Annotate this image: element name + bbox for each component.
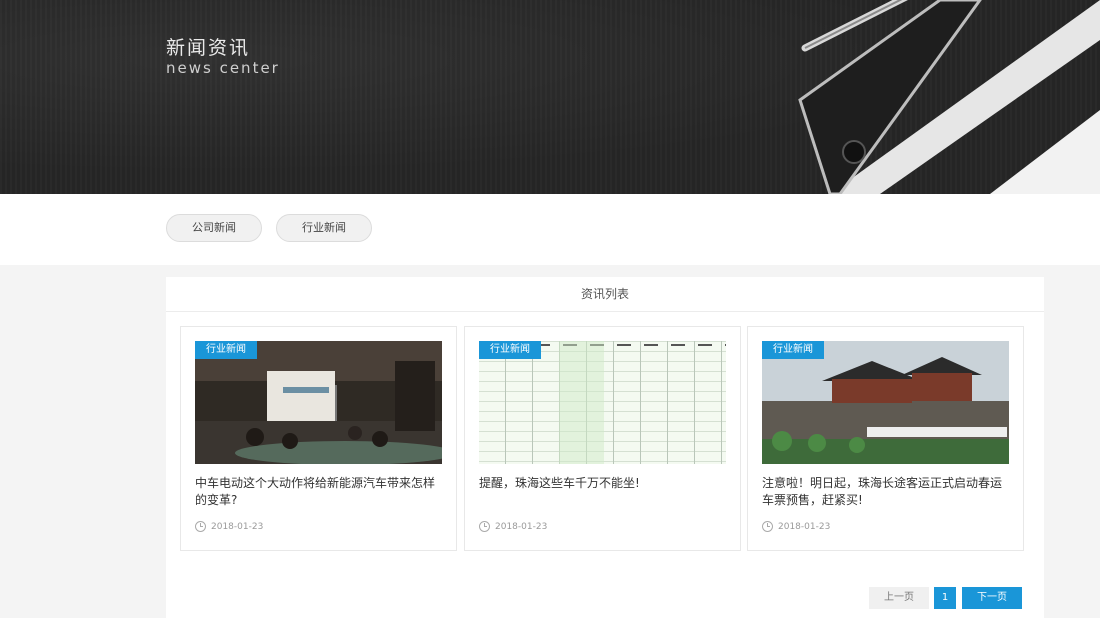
news-title[interactable]: 中车电动这个大动作将给新能源汽车带来怎样的变革? — [195, 475, 445, 509]
news-title[interactable]: 提醒，珠海这些车千万不能坐! — [479, 475, 729, 492]
news-date: 2018-01-23 — [479, 521, 547, 532]
page-title: 新闻资讯 — [166, 37, 251, 59]
page-number-button[interactable]: 1 — [934, 587, 956, 609]
meeting-room-photo — [195, 341, 442, 464]
category-tabs: 公司新闻 行业新闻 — [0, 194, 1100, 265]
hero-banner: 新闻资讯 news center — [0, 0, 1100, 194]
news-card[interactable]: 行业新闻 中车电动这个大动作将给新能源汽车带来怎样的变革? 2018-01-23 — [180, 326, 457, 551]
category-badge: 行业新闻 — [195, 341, 257, 359]
news-card[interactable]: 行业新闻 提醒，珠海这些车千万不能坐! 2018-01-23 — [464, 326, 741, 551]
news-date-text: 2018-01-23 — [495, 521, 548, 532]
news-thumbnail[interactable]: 行业新闻 — [195, 341, 442, 464]
clock-icon — [479, 521, 490, 532]
tab-industry-news[interactable]: 行业新闻 — [276, 214, 372, 242]
news-title[interactable]: 注意啦！明日起，珠海长途客运正式启动春运车票预售，赶紧买! — [762, 475, 1012, 509]
clock-icon — [762, 521, 773, 532]
news-date: 2018-01-23 — [195, 521, 263, 532]
news-card[interactable]: 行业新闻 注意啦！明日起，珠海长途客运正式启动春运车票预售，赶紧买! 2018-… — [747, 326, 1024, 551]
news-date-text: 2018-01-23 — [778, 521, 831, 532]
news-date-text: 2018-01-23 — [211, 521, 264, 532]
category-badge: 行业新闻 — [479, 341, 541, 359]
page-subtitle: news center — [166, 59, 280, 77]
news-date: 2018-01-23 — [762, 521, 830, 532]
vehicle-list-spreadsheet — [479, 341, 726, 464]
city-gate-with-buses-photo — [762, 341, 1009, 464]
tab-company-news[interactable]: 公司新闻 — [166, 214, 262, 242]
phone-and-pen-image — [798, 0, 1100, 194]
clock-icon — [195, 521, 206, 532]
news-thumbnail[interactable]: 行业新闻 — [762, 341, 1009, 464]
panel-heading: 资讯列表 — [166, 277, 1044, 312]
category-badge: 行业新闻 — [762, 341, 824, 359]
prev-page-button[interactable]: 上一页 — [869, 587, 929, 609]
next-page-button[interactable]: 下一页 — [962, 587, 1022, 609]
news-list-panel: 资讯列表 行业新闻 中车电动这个大动作将给新能源汽车带来怎样的变革? 2018-… — [166, 277, 1044, 618]
news-thumbnail[interactable]: 行业新闻 — [479, 341, 726, 464]
